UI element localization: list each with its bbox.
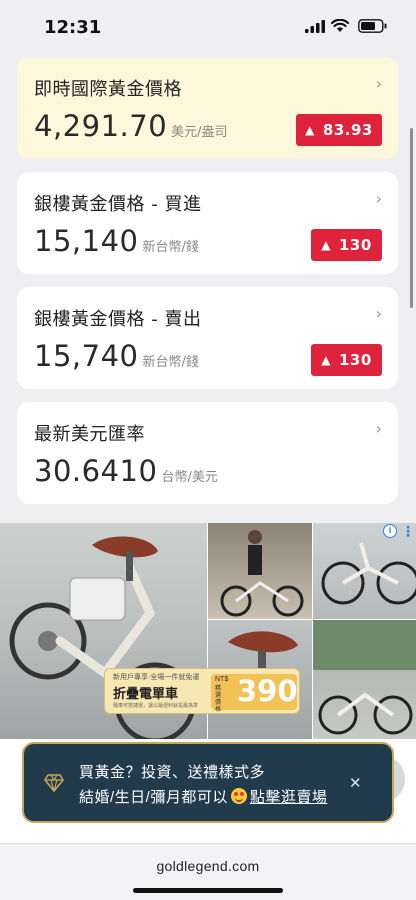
change-badge: ▲ 130	[311, 229, 382, 261]
ad-price: 390	[237, 674, 298, 708]
change-value: 130	[338, 236, 372, 254]
card-unit: 新台幣/錢	[142, 240, 199, 255]
card-unit: 新台幣/錢	[142, 355, 199, 370]
chevron-right-icon: ›	[375, 419, 382, 438]
shop-gold-buy-card[interactable]: 銀樓黃金價格 - 買進 › 15,140 新台幣/錢 ▲ 130	[17, 172, 398, 274]
card-value-row: 30.6410 台幣/美元	[34, 454, 218, 488]
cellular-signal-icon	[305, 20, 325, 33]
status-bar: 12:31	[0, 0, 416, 50]
promo-toast[interactable]: 買黃金？投資、送禮樣式多 結婚/生日/彌月都可以 點擊逛賣場 ✕	[22, 742, 394, 823]
ad-price-caption: 精選價格	[215, 686, 222, 713]
ad-headline: 折疊電單車	[113, 686, 179, 701]
card-value: 15,140	[34, 224, 139, 258]
home-indicator[interactable]	[133, 888, 283, 893]
change-badge: ▲ 83.93	[296, 114, 382, 146]
info-icon[interactable]: i	[383, 524, 397, 538]
up-triangle-icon: ▲	[321, 353, 331, 367]
usd-exchange-rate-card[interactable]: 最新美元匯率 › 30.6410 台幣/美元	[17, 402, 398, 504]
ad-currency: NT$	[215, 676, 229, 683]
scrollbar[interactable]	[410, 128, 413, 308]
chevron-right-icon: ›	[375, 189, 382, 208]
ad-fine-print: 隨車可搭捷運，讓以最便利就是最為準	[113, 703, 199, 709]
card-value-row: 15,140 新台幣/錢	[34, 224, 199, 258]
card-title: 即時國際黃金價格	[34, 79, 182, 100]
up-triangle-icon: ▲	[305, 123, 315, 137]
close-icon[interactable]: ✕	[349, 774, 362, 792]
wifi-icon	[331, 19, 349, 32]
shop-gold-sell-card[interactable]: 銀樓黃金價格 - 賣出 › 15,740 新台幣/錢 ▲ 130	[17, 287, 398, 389]
card-unit: 台幣/美元	[161, 470, 218, 485]
card-value: 15,740	[34, 339, 139, 373]
browser-bottom-bar: goldlegend.com	[0, 843, 416, 900]
card-title: 銀樓黃金價格 - 買進	[34, 194, 202, 215]
card-value-row: 4,291.70 美元/盎司	[34, 109, 228, 143]
change-value: 83.93	[322, 121, 373, 139]
diamond-icon	[44, 774, 64, 792]
toast-line-2-text: 結婚/生日/彌月都可以	[79, 789, 228, 806]
card-title: 最新美元匯率	[34, 424, 145, 445]
toast-line-1: 買黃金？投資、送禮樣式多	[79, 764, 266, 781]
card-value: 30.6410	[34, 454, 158, 488]
card-unit: 美元/盎司	[171, 125, 228, 140]
intl-gold-price-card[interactable]: 即時國際黃金價格 › 4,291.70 美元/盎司 ▲ 83.93	[17, 57, 398, 159]
ad-photo-bike-plants	[313, 620, 416, 739]
card-title: 銀樓黃金價格 - 賣出	[34, 309, 202, 330]
chevron-right-icon: ›	[375, 304, 382, 323]
status-time: 12:31	[44, 17, 102, 38]
chevron-right-icon: ›	[375, 74, 382, 93]
ad-price-box: NT$ 精選價格 390	[211, 674, 298, 713]
ad-photo-rider	[208, 523, 312, 619]
ad-tagline: 新用戶專享·全場一件就免運	[113, 674, 200, 681]
shop-link[interactable]: 點擊逛賣場	[250, 789, 328, 806]
change-value: 130	[338, 351, 372, 369]
card-value-row: 15,740 新台幣/錢	[34, 339, 199, 373]
battery-icon	[358, 19, 387, 33]
toast-line-2: 結婚/生日/彌月都可以 點擊逛賣場	[79, 786, 327, 807]
ad-promo-label: 新用戶專享·全場一件就免運 折疊電單車 隨車可搭捷運，讓以最便利就是最為準 NT…	[104, 668, 300, 714]
card-value: 4,291.70	[34, 109, 168, 143]
up-triangle-icon: ▲	[321, 238, 331, 252]
kebab-icon[interactable]: ⋮	[401, 523, 415, 540]
change-badge: ▲ 130	[311, 344, 382, 376]
heart-eyes-emoji-icon	[230, 788, 247, 804]
url-bar[interactable]: goldlegend.com	[0, 858, 416, 874]
